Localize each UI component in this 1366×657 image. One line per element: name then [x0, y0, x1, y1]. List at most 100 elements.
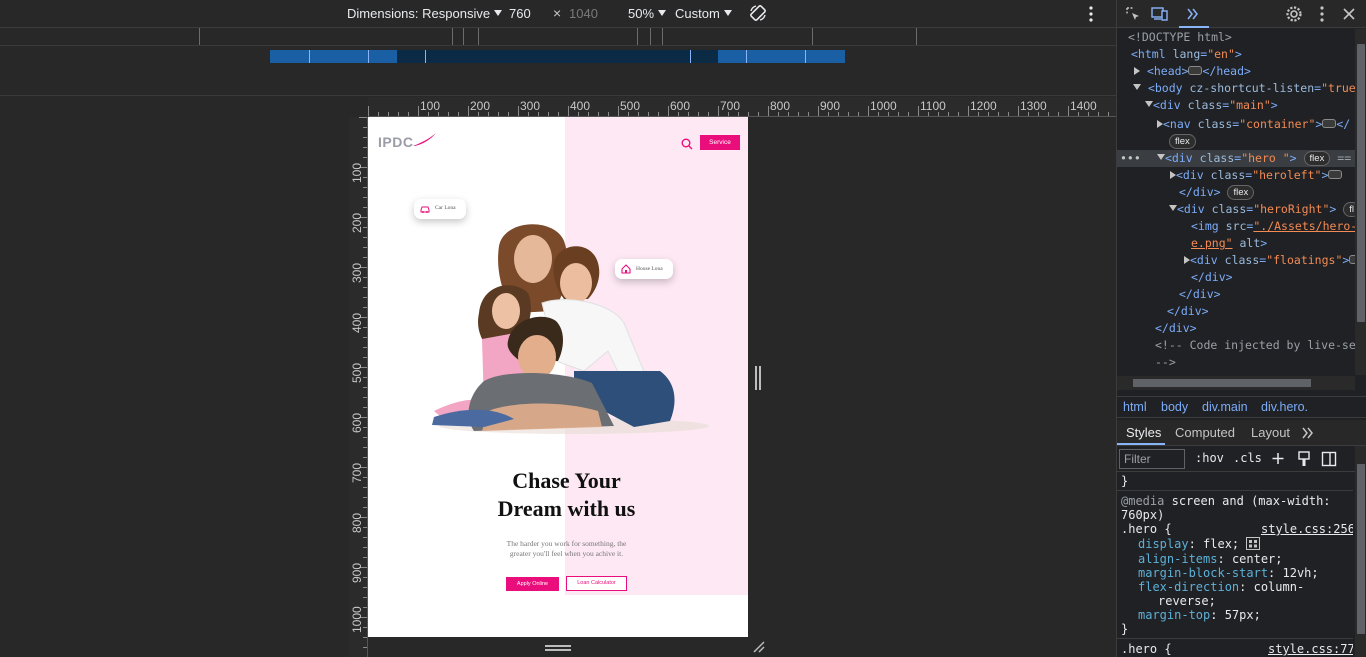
breadcrumb-div-hero[interactable]: div.hero.: [1261, 400, 1308, 414]
dom-nav[interactable]: <nav class="container"> </: [1157, 116, 1350, 133]
more-tabs-icon[interactable]: [1301, 426, 1315, 440]
inspect-element-icon[interactable]: [1125, 6, 1141, 22]
resize-handle-right[interactable]: [755, 366, 761, 390]
dom-img-cont[interactable]: e.png" alt>: [1191, 235, 1267, 252]
throttle-dropdown[interactable]: Custom: [675, 6, 732, 21]
flex-badge[interactable]: flex: [1303, 151, 1331, 166]
hover-state-toggle[interactable]: :hov: [1195, 451, 1224, 465]
dom-close-heroleft[interactable]: </div> flex: [1179, 184, 1255, 201]
width-input[interactable]: 760: [509, 6, 531, 21]
media-query-marker[interactable]: [463, 28, 464, 45]
dom-doctype[interactable]: <!DOCTYPE html>: [1128, 29, 1232, 46]
media-query-marker[interactable]: [199, 28, 200, 45]
dom-img[interactable]: <img src="./Assets/hero-: [1191, 218, 1357, 235]
media-query-marker[interactable]: [478, 28, 479, 45]
dom-html[interactable]: <html lang="en">: [1131, 46, 1242, 63]
ruler-label: 1300: [1020, 99, 1047, 113]
styles-scrollbar[interactable]: [1355, 446, 1366, 657]
element-state-icon[interactable]: [1297, 451, 1311, 467]
dom-close-hero[interactable]: </div>: [1167, 303, 1209, 320]
dom-comment-end[interactable]: -->: [1155, 354, 1176, 371]
css-selector[interactable]: .hero {: [1121, 522, 1172, 536]
loan-calculator-button[interactable]: Loan Calculator: [566, 576, 627, 591]
ruler-tick: [508, 112, 509, 116]
expand-arrow-icon[interactable]: [1134, 67, 1140, 75]
zoom-dropdown[interactable]: 50%: [628, 6, 667, 21]
media-query-marker[interactable]: [916, 28, 917, 45]
more-options-icon[interactable]: [1086, 5, 1096, 23]
ipdc-logo[interactable]: IPDC: [378, 133, 436, 150]
rotate-icon[interactable]: [748, 3, 768, 23]
dom-close-main[interactable]: </div>: [1155, 320, 1197, 337]
flexbox-editor-icon[interactable]: [1246, 537, 1261, 550]
dom-div-main[interactable]: <div class="main">: [1145, 97, 1278, 114]
dom-row-ellipsis[interactable]: •••: [1120, 150, 1141, 167]
dom-div-floatings[interactable]: <div class="floatings">: [1184, 252, 1357, 269]
scrollbar-thumb[interactable]: [1357, 464, 1365, 634]
ruler-tick: [518, 106, 519, 116]
gear-icon[interactable]: [1285, 5, 1303, 23]
toggle-sidebar-icon[interactable]: [1321, 451, 1337, 467]
device-toolbar-icon[interactable]: [1151, 6, 1169, 22]
dom-comment[interactable]: <!-- Code injected by live-ser: [1155, 337, 1357, 354]
dom-div-hero[interactable]: ••• <div class="hero "> flex ==: [1117, 150, 1357, 167]
tab-computed[interactable]: Computed: [1175, 425, 1235, 440]
css-decl-align-items[interactable]: align-items: center;: [1138, 552, 1283, 566]
tab-styles[interactable]: Styles: [1126, 425, 1161, 440]
media-query-marker[interactable]: [650, 28, 651, 45]
scrollbar-thumb[interactable]: [1357, 44, 1365, 322]
dom-head[interactable]: <head> </head>: [1134, 63, 1251, 80]
dom-div-heroleft[interactable]: <div class="heroleft">: [1170, 167, 1343, 184]
dom-close-floatings[interactable]: </div>: [1191, 269, 1233, 286]
css-decl-flex-direction[interactable]: flex-direction: column-: [1138, 580, 1304, 594]
media-query-marker[interactable]: [452, 28, 453, 45]
ellipsis-icon[interactable]: [1328, 170, 1343, 179]
flex-badge[interactable]: flex: [1227, 185, 1255, 200]
css-decl-margin-top[interactable]: margin-top: 57px;: [1138, 608, 1261, 622]
height-input[interactable]: 1040: [569, 6, 598, 21]
ruler-label: 700: [720, 99, 741, 113]
devtools-menu-icon[interactable]: [1317, 5, 1327, 23]
resize-handle-bottom[interactable]: [545, 645, 571, 651]
ellipsis-icon[interactable]: [1322, 119, 1337, 128]
dom-body[interactable]: <body cz-shortcut-listen="true">: [1133, 80, 1357, 97]
dom-div-heroright[interactable]: <div class="heroRight"> fl: [1169, 201, 1357, 218]
attr-link-text[interactable]: "./Assets/hero-: [1253, 219, 1357, 233]
css-source-link[interactable]: style.css:256: [1261, 522, 1353, 536]
apply-online-button[interactable]: Apply Online: [506, 577, 559, 591]
close-icon[interactable]: [1342, 7, 1356, 21]
collapse-arrow-icon[interactable]: [1169, 205, 1177, 211]
elements-horizontal-scrollbar[interactable]: [1117, 376, 1355, 390]
breadcrumb-html[interactable]: html: [1123, 400, 1147, 414]
service-button[interactable]: Service: [700, 135, 740, 150]
new-style-rule-icon[interactable]: [1271, 451, 1287, 467]
collapse-arrow-icon[interactable]: [1133, 84, 1141, 90]
media-query-marker[interactable]: [637, 28, 638, 45]
tab-layout[interactable]: Layout: [1251, 425, 1290, 440]
css-decl-margin-block-start[interactable]: margin-block-start: 12vh;: [1138, 566, 1319, 580]
attr-link-text[interactable]: e.png": [1191, 236, 1233, 250]
css-value: column-: [1253, 580, 1305, 594]
css-decl-display[interactable]: display: flex;: [1138, 537, 1261, 551]
flex-badge[interactable]: flex: [1169, 134, 1196, 149]
breadcrumb-body[interactable]: body: [1161, 400, 1188, 414]
scrollbar-thumb[interactable]: [1133, 379, 1311, 387]
styles-filter-input[interactable]: Filter: [1119, 449, 1185, 469]
collapse-arrow-icon[interactable]: [1145, 101, 1153, 107]
css-selector[interactable]: .hero {: [1121, 642, 1172, 656]
dimensions-dropdown[interactable]: Dimensions: Responsive: [347, 6, 503, 21]
media-range-right[interactable]: [718, 50, 845, 63]
media-query-marker[interactable]: [662, 28, 663, 45]
breadcrumb-div-main[interactable]: div.main: [1202, 400, 1248, 414]
collapse-arrow-icon[interactable]: [1157, 154, 1165, 160]
class-toggle[interactable]: .cls: [1233, 451, 1262, 465]
resize-handle-corner[interactable]: [752, 640, 766, 654]
css-source-link[interactable]: style.css:77: [1268, 642, 1353, 656]
elements-vertical-scrollbar[interactable]: [1355, 29, 1366, 375]
ellipsis-icon[interactable]: [1188, 66, 1203, 75]
media-range-left[interactable]: [270, 50, 397, 63]
dom-close-heroright[interactable]: </div>: [1179, 286, 1221, 303]
media-query-marker[interactable]: [812, 28, 813, 45]
more-tabs-icon[interactable]: [1186, 7, 1200, 21]
search-icon[interactable]: [681, 138, 693, 150]
